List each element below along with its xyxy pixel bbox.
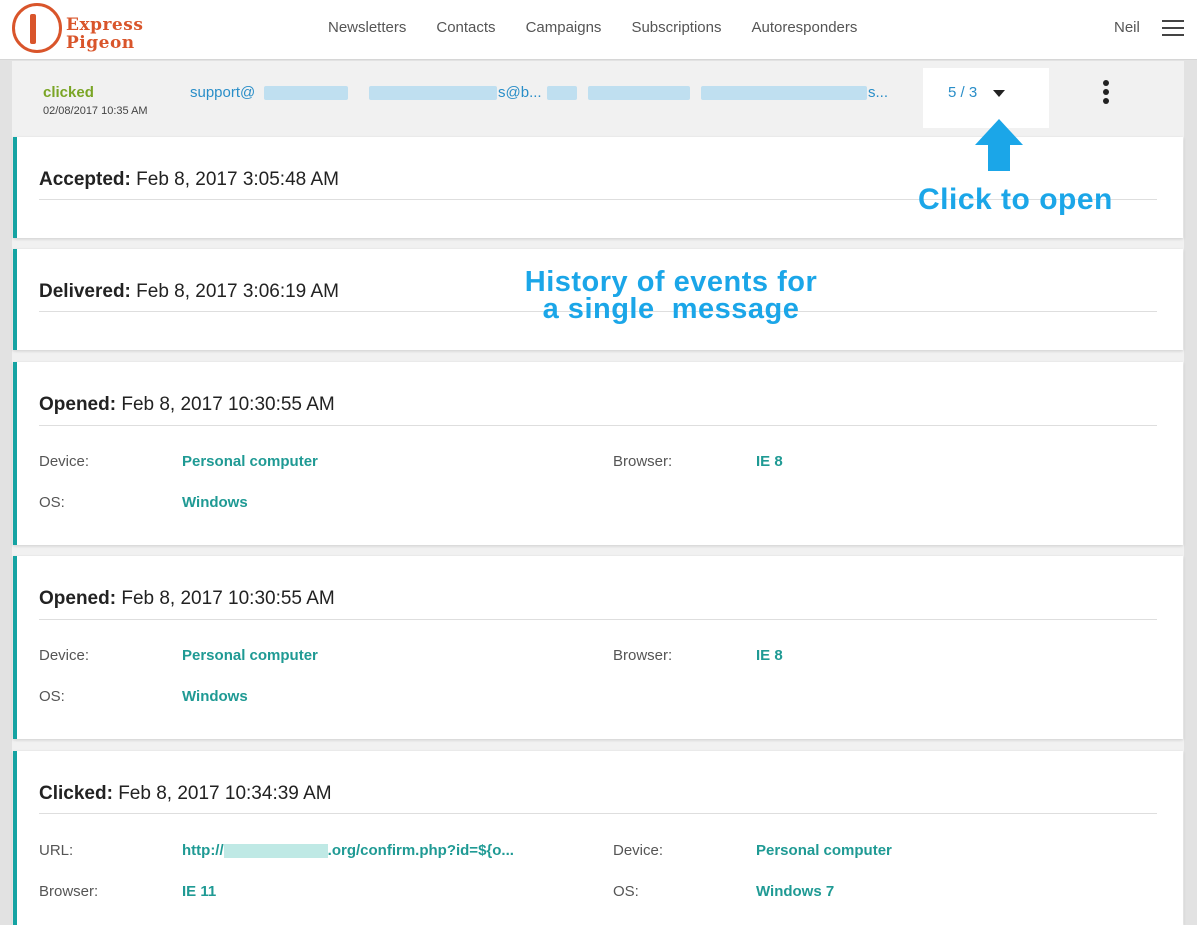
annotation-click-to-open: Click to open (918, 183, 1113, 216)
url-suffix: .org/confirm.php?id=${o... (327, 842, 514, 859)
annotation-history: History of events for a single message (505, 266, 837, 325)
event-title: Delivered: Feb 8, 2017 3:06:19 AM (39, 281, 339, 303)
browser-value: IE 11 (182, 883, 217, 900)
redacted-from (264, 86, 348, 100)
message-subject[interactable]: s... (868, 84, 888, 101)
nav-subscriptions[interactable]: Subscriptions (631, 19, 721, 36)
nav-newsletters[interactable]: Newsletters (328, 19, 406, 36)
redacted-subject-2 (588, 86, 690, 100)
event-title-label: Opened: (39, 588, 117, 609)
message-status: clicked (43, 84, 94, 101)
device-label: Device: (39, 453, 90, 470)
message-date: 02/08/2017 10:35 AM (43, 105, 148, 117)
os-label: OS: (613, 883, 639, 900)
event-title-label: Delivered: (39, 281, 131, 302)
logo-text-express: Express (66, 15, 144, 35)
event-title-label: Accepted: (39, 169, 131, 190)
url-link[interactable]: http:// .org/confirm.php?id=${o... (182, 842, 514, 859)
annotation-history-line1: History of events for (524, 266, 818, 298)
user-menu[interactable]: Neil (1114, 19, 1140, 36)
event-title: Clicked: Feb 8, 2017 10:34:39 AM (39, 783, 332, 805)
event-card-opened: Opened: Feb 8, 2017 10:30:55 AM Device: … (13, 556, 1183, 739)
annotation-history-line2: a single message (542, 293, 800, 325)
logo-text-pigeon: Pigeon (66, 33, 135, 53)
browser-label: Browser: (39, 883, 99, 900)
device-value: Personal computer (182, 647, 318, 664)
more-options-icon[interactable] (1100, 80, 1112, 106)
logo-mark-icon (12, 3, 62, 53)
hamburger-menu-icon[interactable] (1162, 20, 1184, 36)
nav-campaigns[interactable]: Campaigns (526, 19, 602, 36)
device-value: Personal computer (756, 842, 892, 859)
os-label: OS: (39, 688, 65, 705)
device-label: Device: (39, 647, 90, 664)
main-nav: Newsletters Contacts Campaigns Subscript… (328, 19, 857, 36)
nav-contacts[interactable]: Contacts (436, 19, 495, 36)
url-prefix: http:// (182, 842, 224, 859)
os-label: OS: (39, 494, 65, 511)
device-value: Personal computer (182, 453, 318, 470)
event-title: Accepted: Feb 8, 2017 3:05:48 AM (39, 169, 339, 191)
browser-value: IE 8 (756, 647, 783, 664)
redacted-to (369, 86, 497, 100)
redacted-domain (223, 844, 328, 859)
event-title: Opened: Feb 8, 2017 10:30:55 AM (39, 588, 335, 610)
event-count-label: 5 / 3 (948, 84, 978, 101)
caret-down-icon (993, 90, 1005, 97)
event-title: Opened: Feb 8, 2017 10:30:55 AM (39, 394, 335, 416)
event-title-value: Feb 8, 2017 3:05:48 AM (136, 169, 339, 190)
up-arrow-icon (975, 119, 1023, 171)
event-title-value: Feb 8, 2017 10:30:55 AM (121, 394, 335, 415)
event-title-label: Clicked: (39, 783, 113, 804)
event-card-clicked: Clicked: Feb 8, 2017 10:34:39 AM URL: ht… (13, 751, 1183, 925)
os-value: Windows 7 (756, 883, 835, 900)
event-title-value: Feb 8, 2017 10:30:55 AM (121, 588, 335, 609)
nav-autoresponders[interactable]: Autoresponders (751, 19, 857, 36)
top-navigation: Express Pigeon Newsletters Contacts Camp… (0, 0, 1197, 60)
redacted-subject-1 (547, 86, 577, 100)
url-label: URL: (39, 842, 74, 859)
event-title-value: Feb 8, 2017 10:34:39 AM (118, 783, 332, 804)
message-from[interactable]: support@ (190, 84, 255, 101)
divider (39, 813, 1157, 814)
event-card-opened: Opened: Feb 8, 2017 10:30:55 AM Device: … (13, 362, 1183, 545)
device-label: Device: (613, 842, 664, 859)
os-value: Windows (182, 494, 248, 511)
event-title-value: Feb 8, 2017 3:06:19 AM (136, 281, 339, 302)
redacted-subject-3 (701, 86, 867, 100)
browser-value: IE 8 (756, 453, 783, 470)
os-value: Windows (182, 688, 248, 705)
event-title-label: Opened: (39, 394, 117, 415)
divider (39, 619, 1157, 620)
divider (39, 425, 1157, 426)
browser-label: Browser: (613, 647, 673, 664)
express-pigeon-logo[interactable]: Express Pigeon (12, 3, 144, 53)
message-to[interactable]: s@b... (498, 84, 542, 101)
browser-label: Browser: (613, 453, 673, 470)
